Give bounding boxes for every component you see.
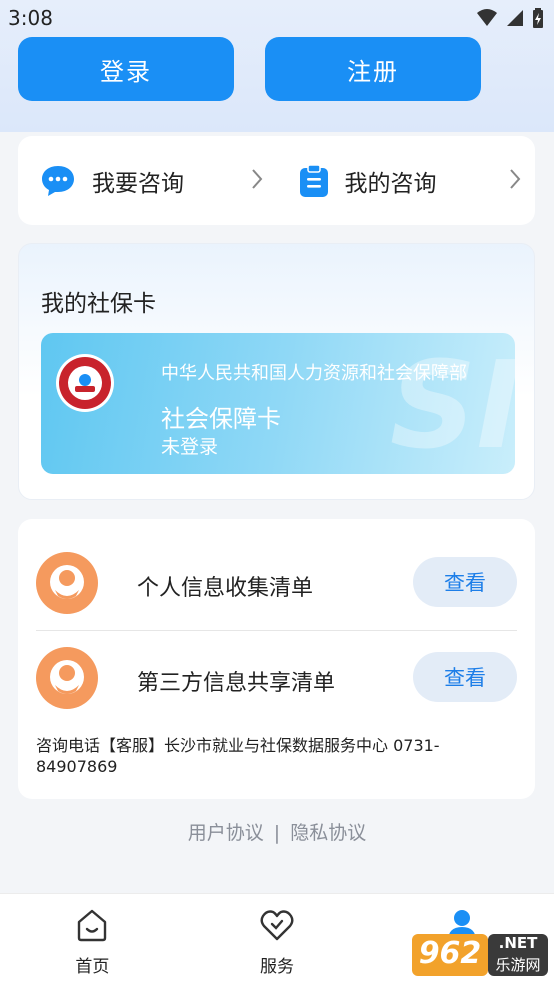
- clipboard-icon: [299, 163, 328, 197]
- my-consult-label: 我的咨询: [344, 170, 437, 197]
- social-security-section: 我的社保卡 SI 中华人民共和国人力资源和社会保障部 社会保障卡 未登录: [18, 243, 535, 500]
- social-security-emblem-icon: [56, 354, 114, 412]
- info-list-card: 个人信息收集清单 查看 第三方信息共享清单 查看 咨询电话【客服】长沙市就业与社…: [18, 519, 535, 799]
- signal-icon: [507, 10, 523, 26]
- view-button[interactable]: 查看: [413, 652, 517, 702]
- hotline-note: 咨询电话【客服】长沙市就业与社保数据服务中心 0731-84907869: [36, 736, 440, 776]
- tab-home[interactable]: 首页: [0, 894, 185, 984]
- chevron-right-icon: [510, 169, 521, 189]
- register-button[interactable]: 注册: [265, 37, 481, 101]
- card-issuer: 中华人民共和国人力资源和社会保障部: [161, 363, 467, 384]
- site-number: 962: [418, 936, 482, 971]
- card-name: 社会保障卡: [161, 405, 281, 433]
- ask-consult-item[interactable]: 我要咨询: [18, 136, 277, 225]
- social-security-card[interactable]: SI 中华人民共和国人力资源和社会保障部 社会保障卡 未登录: [41, 333, 515, 474]
- status-icons: [476, 8, 544, 28]
- list-item: 第三方信息共享清单 查看: [36, 631, 517, 725]
- status-time: 3:08: [8, 6, 53, 30]
- chat-bubble-icon: [42, 165, 74, 196]
- bottom-tab-bar: 首页 服务 我的 962 .NET 乐游网: [0, 893, 554, 984]
- list-item: 个人信息收集清单 查看: [36, 536, 517, 630]
- tab-label: 服务: [260, 957, 294, 977]
- card-watermark: SI: [389, 337, 515, 474]
- login-button[interactable]: 登录: [18, 37, 234, 101]
- chevron-right-icon: [251, 169, 262, 189]
- site-name: 乐游网: [495, 956, 541, 974]
- privacy-policy-link[interactable]: 隐私协议: [290, 822, 366, 844]
- consult-card: 我要咨询 我的咨询: [18, 136, 535, 225]
- agreement-links: 用户协议 | 隐私协议: [0, 818, 554, 845]
- card-login-status: 未登录: [161, 436, 219, 458]
- site-watermark: 962 .NET 乐游网: [412, 932, 548, 978]
- battery-icon: [533, 8, 543, 28]
- heart-icon: [260, 910, 294, 941]
- section-title: 我的社保卡: [41, 291, 156, 317]
- status-bar: 3:08: [0, 0, 554, 36]
- site-suffix: .NET: [498, 934, 538, 952]
- personal-info-icon: [36, 552, 98, 614]
- separator: |: [273, 822, 281, 844]
- view-button[interactable]: 查看: [413, 557, 517, 607]
- list-item-title: 第三方信息共享清单: [137, 671, 336, 696]
- tab-services[interactable]: 服务: [185, 894, 370, 984]
- third-party-info-icon: [36, 647, 98, 709]
- ask-consult-label: 我要咨询: [92, 170, 184, 197]
- home-icon: [78, 909, 107, 942]
- wifi-icon: [477, 9, 497, 26]
- tab-label: 首页: [75, 957, 110, 977]
- my-consult-item[interactable]: 我的咨询: [277, 136, 536, 225]
- list-item-title: 个人信息收集清单: [137, 576, 314, 601]
- user-agreement-link[interactable]: 用户协议: [188, 822, 264, 844]
